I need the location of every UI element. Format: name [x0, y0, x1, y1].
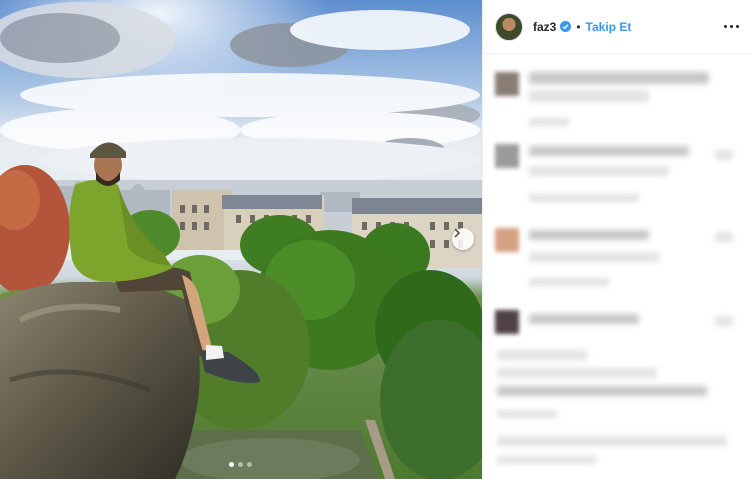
comment-text-blurred [497, 386, 707, 396]
carousel-dot[interactable] [247, 462, 252, 467]
comment-text-blurred [529, 146, 689, 156]
comment-like-blurred [715, 150, 733, 160]
comment-text-blurred [529, 230, 649, 240]
comments-area-blurred [483, 54, 750, 479]
comment-like-blurred [715, 316, 733, 326]
comment-meta-blurred [529, 278, 609, 286]
comment-like-blurred [715, 232, 733, 242]
comment-avatar [495, 144, 519, 168]
carousel-dot[interactable] [229, 462, 234, 467]
comment-text-blurred [529, 72, 709, 84]
comment-text-blurred [529, 166, 669, 176]
comment-meta-blurred [529, 194, 639, 202]
comment-text-blurred [529, 314, 639, 324]
carousel-dots [229, 462, 252, 467]
comment-text-blurred [497, 350, 587, 360]
comment-text-blurred [497, 368, 657, 378]
separator-dot: • [576, 19, 581, 34]
comment-avatar [495, 72, 519, 96]
comment-text-blurred [529, 252, 659, 262]
comment-text-blurred [497, 456, 597, 464]
comment-meta-blurred [497, 410, 557, 418]
more-options-icon[interactable] [724, 25, 739, 28]
comment-text-blurred [529, 90, 649, 102]
comment-meta-blurred [529, 118, 569, 126]
post-photo[interactable] [0, 0, 482, 479]
post-side-panel: faz3 • Takip Et [482, 0, 750, 479]
carousel-next-button[interactable] [452, 228, 474, 250]
avatar[interactable] [495, 12, 523, 41]
instagram-post: faz3 • Takip Et [0, 0, 750, 479]
post-header: faz3 • Takip Et [483, 0, 750, 54]
chevron-right-icon [454, 228, 461, 238]
comment-avatar [495, 310, 519, 334]
username-link[interactable]: faz3 [533, 20, 556, 34]
follow-button[interactable]: Takip Et [586, 20, 632, 34]
verified-badge-icon [560, 21, 572, 32]
photo-scene [0, 0, 482, 479]
comment-text-blurred [497, 436, 727, 446]
carousel-dot[interactable] [238, 462, 243, 467]
comment-avatar [495, 228, 519, 252]
